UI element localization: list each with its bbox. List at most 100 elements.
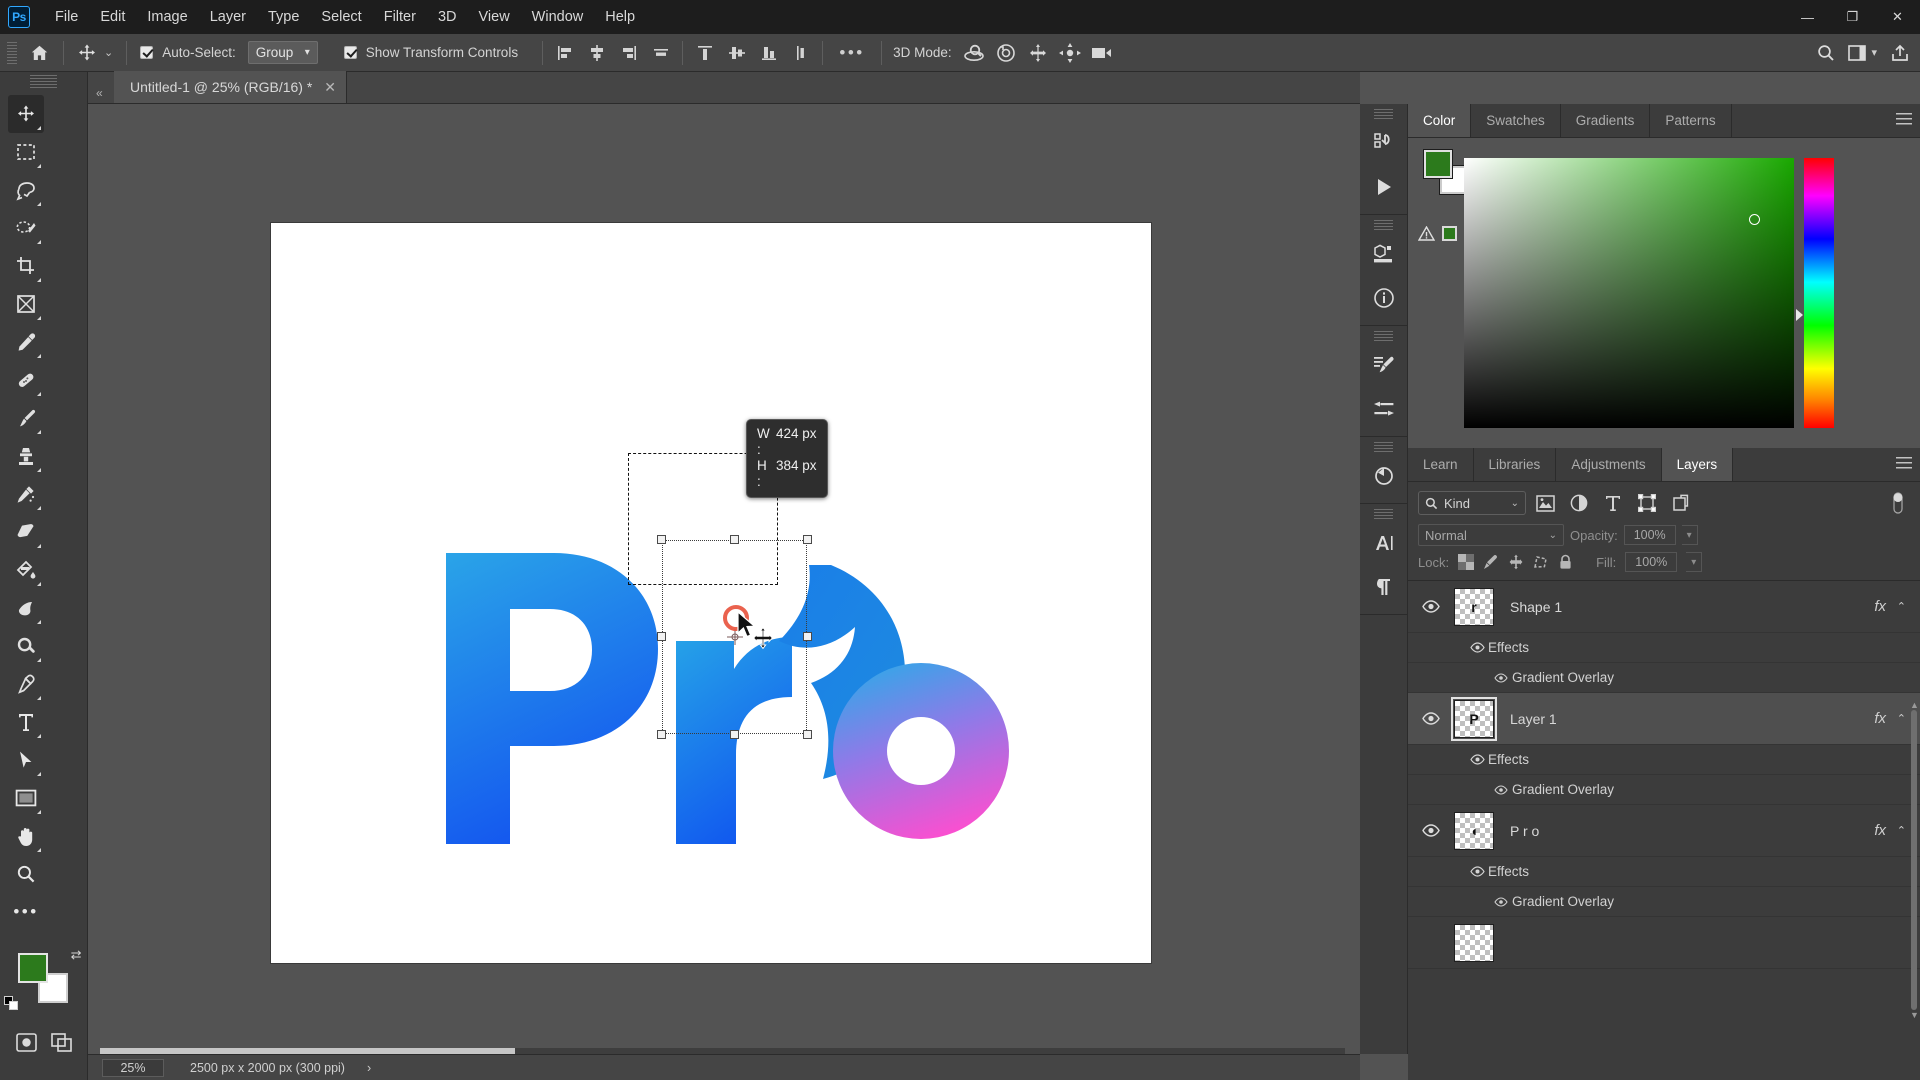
color-field-marker[interactable] bbox=[1749, 214, 1760, 225]
align-right-edges-icon[interactable] bbox=[614, 39, 643, 67]
auto-select-checkbox[interactable] bbox=[140, 46, 154, 59]
filter-pixel-icon[interactable] bbox=[1530, 490, 1560, 516]
transform-handle-top-center[interactable] bbox=[729, 535, 739, 544]
rail-grip[interactable] bbox=[1374, 220, 1393, 231]
effect-visibility-toggle[interactable] bbox=[1490, 896, 1512, 907]
workspace-icon[interactable] bbox=[1842, 39, 1871, 67]
tab-patterns[interactable]: Patterns bbox=[1650, 104, 1732, 137]
brush-settings-icon[interactable] bbox=[1360, 343, 1408, 387]
filter-adjustment-icon[interactable] bbox=[1564, 490, 1594, 516]
transform-handle-bottom-left[interactable] bbox=[657, 730, 666, 739]
transform-bounding-box[interactable] bbox=[657, 535, 812, 739]
distribute-vertically-icon[interactable] bbox=[786, 39, 815, 67]
swap-colors-icon[interactable]: ⇄ bbox=[71, 947, 82, 963]
layer-thumbnail[interactable] bbox=[1454, 923, 1494, 962]
filter-shape-icon[interactable] bbox=[1632, 490, 1662, 516]
show-transform-controls-option[interactable]: Show Transform Controls bbox=[338, 45, 524, 60]
opacity-value[interactable]: 100% bbox=[1623, 525, 1676, 545]
close-icon[interactable]: ✕ bbox=[324, 79, 336, 96]
align-top-edges-icon[interactable] bbox=[690, 39, 719, 67]
menu-item-layer[interactable]: Layer bbox=[199, 3, 257, 31]
fill-value[interactable]: 100% bbox=[1625, 552, 1678, 572]
align-vertical-centers-icon[interactable] bbox=[722, 39, 751, 67]
scroll-up-icon[interactable]: ▲ bbox=[1910, 700, 1919, 710]
blur-tool[interactable] bbox=[8, 589, 44, 627]
options-bar-grip[interactable] bbox=[7, 41, 17, 64]
menu-item-filter[interactable]: Filter bbox=[373, 3, 427, 31]
lock-position-icon[interactable] bbox=[1508, 554, 1524, 570]
effects-visibility-toggle[interactable] bbox=[1466, 866, 1488, 877]
camera-3d-icon[interactable] bbox=[1088, 39, 1117, 67]
pen-tool[interactable] bbox=[8, 665, 44, 703]
play-icon[interactable] bbox=[1360, 165, 1408, 209]
layer-effects-badge[interactable]: fx bbox=[1874, 710, 1886, 727]
rectangular-marquee-tool[interactable] bbox=[8, 133, 44, 171]
tab-color[interactable]: Color bbox=[1408, 104, 1472, 137]
layer-effects-row[interactable]: Effects bbox=[1408, 857, 1920, 887]
layer-row-partial[interactable] bbox=[1408, 917, 1920, 969]
crop-tool[interactable] bbox=[8, 247, 44, 285]
tab-gradients[interactable]: Gradients bbox=[1560, 104, 1651, 137]
color-panel-foreground-chip[interactable] bbox=[1423, 149, 1453, 179]
edit-toolbar-tool[interactable]: ••• bbox=[8, 893, 44, 931]
layer-name[interactable]: Shape 1 bbox=[1510, 599, 1562, 615]
filter-smart-object-icon[interactable] bbox=[1666, 490, 1696, 516]
layer-thumbnail[interactable]: P bbox=[1451, 696, 1497, 741]
rail-grip[interactable] bbox=[1374, 509, 1393, 520]
transform-handle-bottom-right[interactable] bbox=[803, 730, 812, 739]
zoom-level-field[interactable]: 25% bbox=[102, 1058, 164, 1077]
color-field-picker[interactable] bbox=[1464, 158, 1794, 428]
scroll-down-icon[interactable]: ▼ bbox=[1910, 1010, 1919, 1020]
effect-visibility-toggle[interactable] bbox=[1490, 672, 1512, 683]
layer-thumbnail[interactable]: r bbox=[1454, 587, 1494, 626]
align-left-edges-icon[interactable] bbox=[550, 39, 579, 67]
tab-swatches[interactable]: Swatches bbox=[1471, 104, 1561, 137]
menu-item-window[interactable]: Window bbox=[521, 3, 595, 31]
3d-icon[interactable] bbox=[1360, 232, 1408, 276]
layers-scrollbar[interactable]: ▲ ▼ bbox=[1910, 700, 1919, 1080]
active-tool-move-icon[interactable]: ⌄ bbox=[71, 43, 119, 63]
rail-grip[interactable] bbox=[1374, 331, 1393, 342]
search-icon[interactable] bbox=[1811, 39, 1840, 67]
history-undo-icon[interactable] bbox=[1360, 454, 1408, 498]
roll-3d-icon[interactable] bbox=[992, 39, 1021, 67]
hue-slider-marker[interactable] bbox=[1796, 309, 1803, 322]
rectangle-tool[interactable] bbox=[8, 779, 44, 817]
document-canvas[interactable]: W : 424 px H : 384 px bbox=[271, 223, 1151, 963]
layer-effects-row[interactable]: Effects bbox=[1408, 745, 1920, 775]
effect-visibility-toggle[interactable] bbox=[1490, 784, 1512, 795]
filter-toggle-icon[interactable] bbox=[1890, 491, 1906, 515]
align-bottom-edges-icon[interactable] bbox=[754, 39, 783, 67]
layer-name[interactable]: P r o bbox=[1510, 823, 1539, 839]
toolbar-grip[interactable] bbox=[30, 75, 57, 89]
layer-effects-badge[interactable]: fx bbox=[1874, 598, 1886, 615]
quick-mask-icon[interactable] bbox=[15, 1033, 37, 1052]
move-tool[interactable] bbox=[8, 95, 44, 133]
effects-visibility-toggle[interactable] bbox=[1466, 754, 1488, 765]
info-icon[interactable] bbox=[1360, 276, 1408, 320]
close-button[interactable]: ✕ bbox=[1875, 0, 1920, 34]
paragraph-icon[interactable] bbox=[1360, 565, 1408, 609]
tab-layers[interactable]: Layers bbox=[1661, 448, 1734, 481]
layer-effect-row[interactable]: Gradient Overlay bbox=[1408, 775, 1920, 805]
brush-tool[interactable] bbox=[8, 399, 44, 437]
hand-tool[interactable] bbox=[8, 817, 44, 855]
layer-row-pro[interactable]: ◖ P r o fx ⌃ bbox=[1408, 805, 1920, 857]
layer-expand-caret[interactable]: ⌃ bbox=[1897, 600, 1906, 613]
show-transform-checkbox[interactable] bbox=[343, 46, 357, 59]
transform-handle-middle-right[interactable] bbox=[803, 632, 812, 641]
layer-row-shape-1[interactable]: r Shape 1 fx ⌃ bbox=[1408, 581, 1920, 633]
panel-menu-icon[interactable] bbox=[1896, 113, 1912, 127]
menu-item-3d[interactable]: 3D bbox=[427, 3, 468, 31]
lock-all-icon[interactable] bbox=[1558, 554, 1573, 570]
menu-item-file[interactable]: File bbox=[44, 3, 89, 31]
type-tool[interactable] bbox=[8, 703, 44, 741]
transform-handle-top-left[interactable] bbox=[657, 535, 666, 544]
layers-scrollbar-thumb[interactable] bbox=[1911, 710, 1917, 1010]
maximize-button[interactable]: ❐ bbox=[1830, 0, 1875, 34]
menu-item-select[interactable]: Select bbox=[310, 3, 372, 31]
rail-grip[interactable] bbox=[1374, 442, 1393, 453]
history-icon[interactable] bbox=[1360, 121, 1408, 165]
layer-expand-caret[interactable]: ⌃ bbox=[1897, 824, 1906, 837]
layer-effects-badge[interactable]: fx bbox=[1874, 822, 1886, 839]
